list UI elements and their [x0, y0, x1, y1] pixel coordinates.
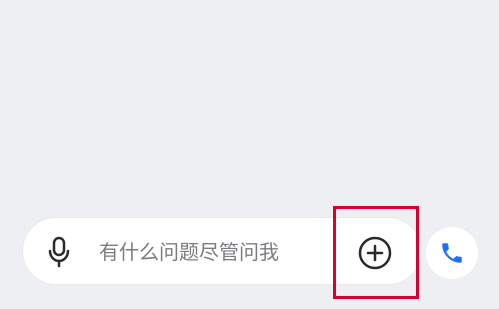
chat-input[interactable]	[99, 236, 329, 268]
add-attachment-button[interactable]	[357, 235, 393, 271]
phone-icon	[442, 243, 462, 263]
plus-icon	[358, 236, 392, 270]
microphone-icon	[48, 236, 70, 268]
voice-call-button[interactable]	[426, 227, 478, 279]
voice-input-button[interactable]	[40, 234, 78, 270]
